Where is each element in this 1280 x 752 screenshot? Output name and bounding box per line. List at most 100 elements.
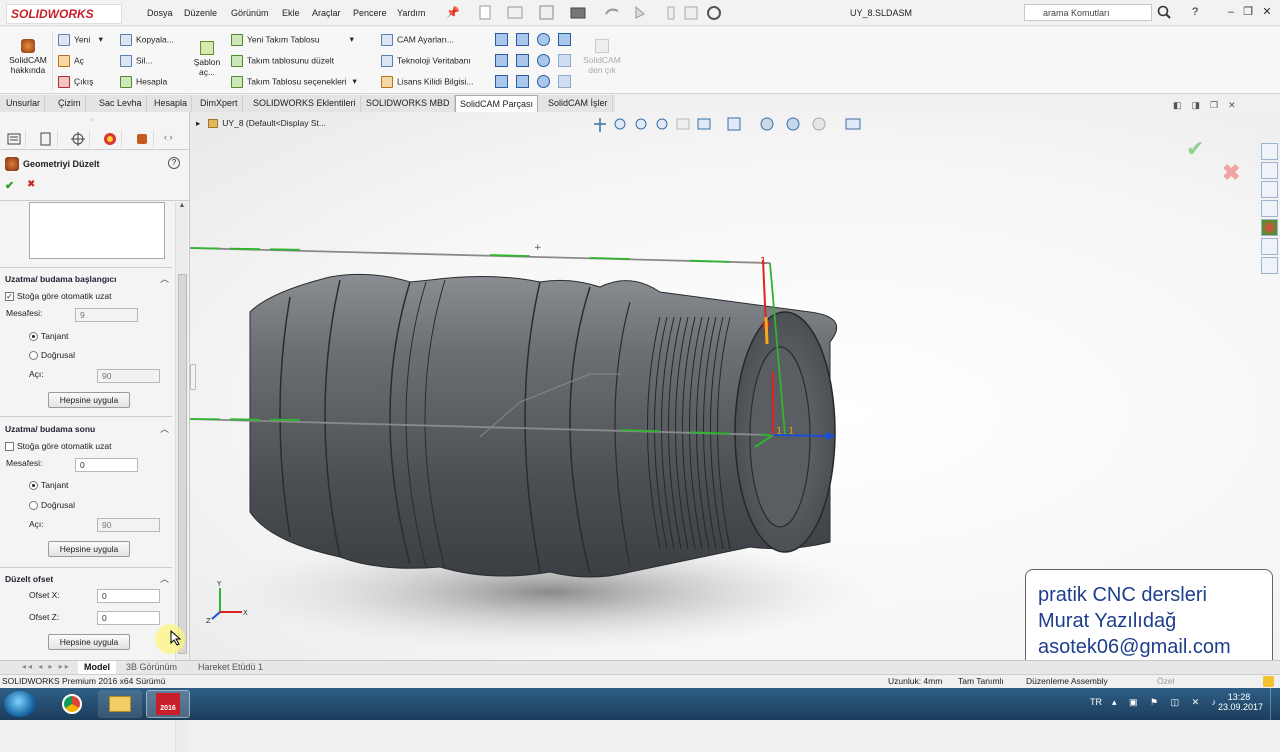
edit-tool-table-button[interactable]: Takım tablosunu düzelt: [231, 55, 334, 67]
command-search-input[interactable]: arama Komutları: [1024, 4, 1152, 21]
end-apply-all-button[interactable]: Hepsine uygula: [48, 541, 130, 557]
start-linear-radio[interactable]: Doğrusal: [29, 350, 75, 361]
open-button[interactable]: Aç: [58, 55, 84, 67]
home-icon[interactable]: [1261, 143, 1278, 160]
document-window-controls[interactable]: ◧◨❐✕: [1173, 100, 1246, 111]
tab-scroll-arrows[interactable]: ‹ ›: [164, 132, 173, 142]
confirm-cancel-icon[interactable]: ✖: [1222, 160, 1240, 186]
delete-button[interactable]: Sil...: [120, 55, 153, 67]
feature-tree-flyout[interactable]: ▸ UY_8 (Default<Display St...: [196, 118, 326, 129]
cancel-button[interactable]: ✖: [27, 179, 35, 190]
tab-model[interactable]: Model: [78, 661, 116, 674]
show-desktop-button[interactable]: [1270, 688, 1280, 720]
end-tangent-radio[interactable]: Tanjant: [29, 480, 68, 491]
tab-motion-study[interactable]: Hareket Etüdü 1: [192, 661, 269, 674]
menu-gorunum[interactable]: Görünüm: [231, 8, 269, 18]
exit-button[interactable]: Çıkış: [58, 76, 93, 88]
menu-duzenle[interactable]: Düzenle: [184, 8, 217, 18]
heads-up-view-toolbar[interactable]: [590, 116, 880, 134]
operation-icon-7[interactable]: [537, 54, 550, 67]
tool-table-options-button[interactable]: Takım Tablosu seçenekleri ▾: [231, 76, 357, 88]
offset-x-input[interactable]: 0: [97, 589, 160, 603]
end-linear-radio[interactable]: Doğrusal: [29, 500, 75, 511]
operation-icon-5[interactable]: [495, 54, 508, 67]
maximize-button[interactable]: ❐: [1241, 5, 1255, 19]
close-button[interactable]: ✕: [1260, 5, 1274, 19]
cam-settings-button[interactable]: CAM Ayarları...: [381, 34, 454, 46]
forum-icon[interactable]: [1261, 257, 1278, 274]
quick-access-toolbar[interactable]: [478, 5, 738, 21]
tab-solidworks-mbd[interactable]: SOLIDWORKS MBD: [362, 95, 455, 112]
start-tangent-radio[interactable]: Tanjant: [29, 331, 68, 342]
end-angle-input[interactable]: 90: [97, 518, 160, 532]
clock[interactable]: 13:28 23.09.2017: [1218, 692, 1263, 712]
start-auto-extend-checkbox[interactable]: ✓ Stoğa göre otomatik uzat: [5, 291, 112, 302]
tab-scroll-buttons[interactable]: ◂◂ ◂ ▸ ▸▸: [22, 662, 71, 671]
tab-sheet-metal[interactable]: Sac Levha: [95, 95, 147, 112]
menu-araclar[interactable]: Araçlar: [312, 8, 341, 18]
tab-evaluate[interactable]: Hesapla: [150, 95, 193, 112]
custom-properties-icon[interactable]: [1261, 238, 1278, 255]
operation-icon-10[interactable]: [516, 75, 529, 88]
tab-dimxpert[interactable]: DimXpert: [196, 95, 243, 112]
input-language[interactable]: TR: [1090, 697, 1102, 707]
appearance-icon[interactable]: [1261, 219, 1278, 236]
search-icon[interactable]: [1157, 5, 1171, 19]
help-icon[interactable]: ?: [168, 157, 180, 169]
license-info-button[interactable]: Lisans Kilidi Bilgisi...: [381, 76, 474, 88]
solidcam-about-button[interactable]: SolidCAM hakkında: [8, 39, 48, 75]
calculate-button[interactable]: Hesapla: [120, 76, 167, 88]
menu-dosya[interactable]: Dosya: [147, 8, 173, 18]
operation-icon-2[interactable]: [516, 33, 529, 46]
copy-button[interactable]: Kopyala...: [120, 34, 174, 46]
operation-icon-3[interactable]: [537, 33, 550, 46]
start-button[interactable]: [4, 691, 36, 717]
end-distance-input[interactable]: 0: [75, 458, 138, 472]
tab-features[interactable]: Unsurlar: [2, 95, 46, 112]
operation-icon-4[interactable]: [558, 33, 571, 46]
system-tray-icons[interactable]: ▴ ▣ ⚑ ◫ ✕ ♪: [1112, 697, 1221, 708]
tab-solidworks-addins[interactable]: SOLIDWORKS Eklentileri: [249, 95, 361, 112]
solidworks-logo[interactable]: SOLIDWORKS: [6, 4, 122, 24]
tab-3d-views[interactable]: 3B Görünüm: [120, 661, 183, 674]
technology-db-button[interactable]: Teknoloji Veritabanı: [381, 55, 471, 67]
offset-z-input[interactable]: 0: [97, 611, 160, 625]
offset-apply-all-button[interactable]: Hepsine uygula: [48, 634, 130, 650]
property-manager-tab[interactable]: [36, 130, 58, 148]
start-apply-all-button[interactable]: Hepsine uygula: [48, 392, 130, 408]
end-auto-extend-checkbox[interactable]: Stoğa göre otomatik uzat: [5, 441, 112, 452]
start-distance-input[interactable]: 9: [75, 308, 138, 322]
panel-collapse-handle[interactable]: [190, 364, 196, 390]
operation-icon-11[interactable]: [537, 75, 550, 88]
view-palette-icon[interactable]: [1261, 200, 1278, 217]
minimize-button[interactable]: –: [1224, 5, 1238, 19]
configuration-manager-tab[interactable]: [68, 130, 90, 148]
help-button[interactable]: ?: [1192, 6, 1198, 18]
operation-icon-12[interactable]: [558, 75, 571, 88]
collapse-end-icon[interactable]: ︿: [160, 422, 169, 435]
taskbar-chrome[interactable]: [50, 690, 94, 718]
notification-icon[interactable]: [1263, 676, 1274, 687]
operation-icon-1[interactable]: [495, 33, 508, 46]
taskbar-explorer[interactable]: [98, 690, 142, 718]
library-icon[interactable]: [1261, 162, 1278, 179]
collapse-offset-icon[interactable]: ︿: [160, 572, 169, 585]
solidcam-exit-button[interactable]: SolidCAM den çık: [580, 39, 624, 75]
tab-solidcam-part[interactable]: SolidCAM Parçası: [455, 95, 539, 112]
new-button[interactable]: Yeni ▾: [58, 34, 103, 46]
file-explorer-icon[interactable]: [1261, 181, 1278, 198]
template-open-button[interactable]: Şablon aç...: [192, 41, 222, 77]
geometry-listbox[interactable]: [29, 202, 165, 259]
display-manager-tab[interactable]: [100, 130, 122, 148]
ok-button[interactable]: ✔: [5, 179, 14, 192]
menu-ekle[interactable]: Ekle: [282, 8, 300, 18]
operation-icon-8[interactable]: [558, 54, 571, 67]
menu-yardim[interactable]: Yardım: [397, 8, 425, 18]
operation-icon-6[interactable]: [516, 54, 529, 67]
confirm-check-icon[interactable]: ✔: [1186, 136, 1204, 162]
tab-sketch[interactable]: Çizim: [54, 95, 86, 112]
status-custom-units[interactable]: Özel: [1157, 675, 1174, 688]
feature-manager-tab[interactable]: [4, 130, 26, 148]
collapse-start-icon[interactable]: ︿: [160, 272, 169, 285]
operation-icon-9[interactable]: [495, 75, 508, 88]
